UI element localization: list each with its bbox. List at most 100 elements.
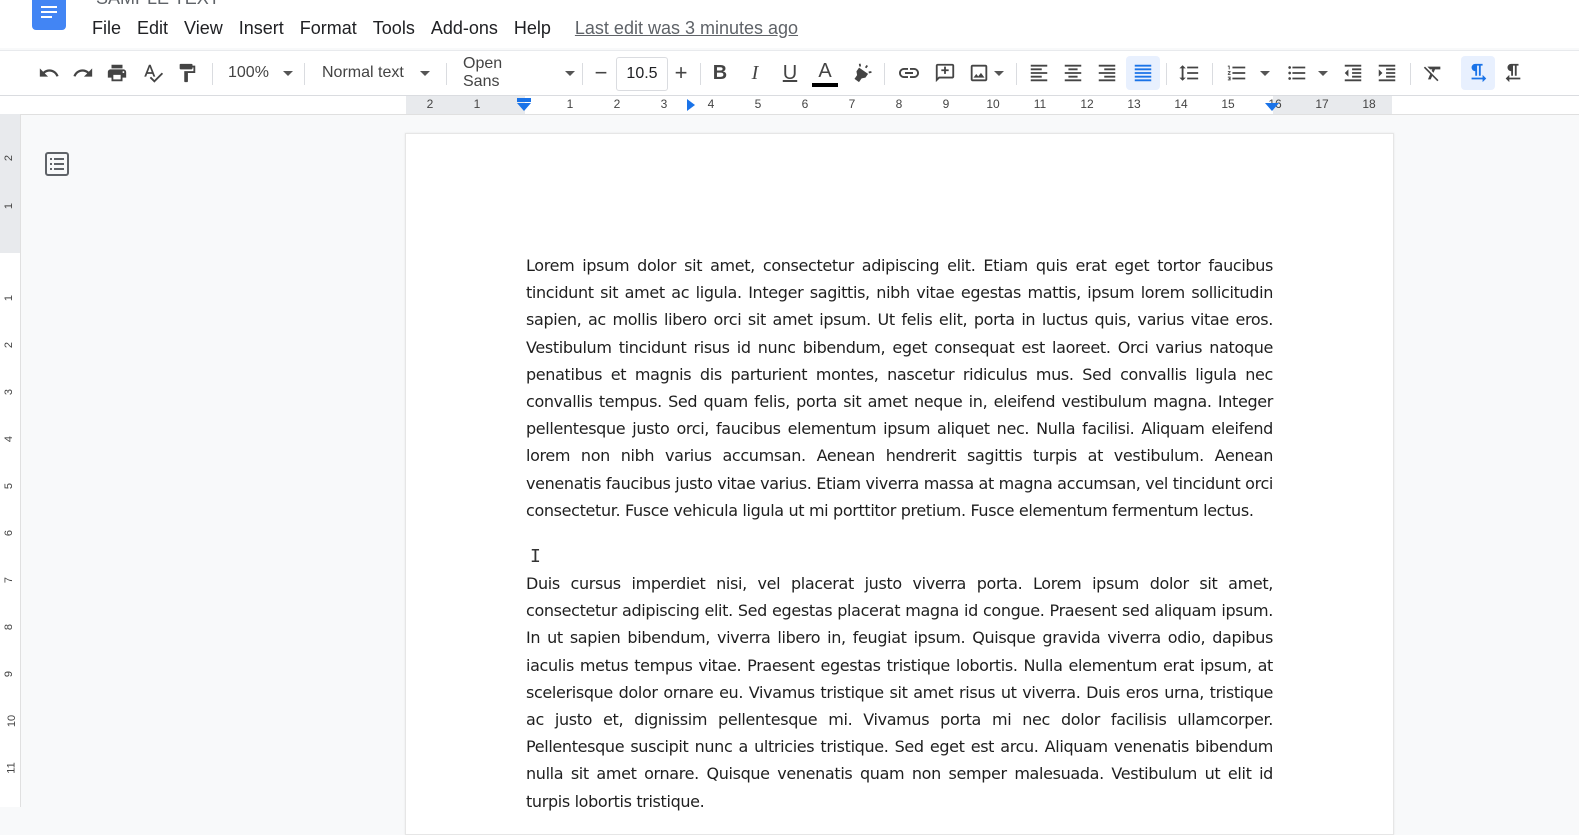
paragraph[interactable]: Lorem ipsum dolor sit amet, consectetur …	[526, 252, 1273, 524]
ruler-number: 6	[801, 97, 809, 111]
decrease-indent-icon[interactable]	[1338, 51, 1368, 95]
decrease-font-size-button[interactable]: −	[588, 51, 614, 95]
text-color-icon: A	[818, 60, 832, 82]
chevron-down-icon[interactable]	[992, 51, 1006, 95]
chevron-down-icon[interactable]	[1316, 51, 1330, 95]
increase-font-size-button[interactable]: +	[668, 51, 694, 95]
ruler-number: 12	[1080, 97, 1094, 111]
top-bar: SAMPLE TEXT File Edit View Insert Format…	[0, 0, 1579, 48]
horizontal-ruler[interactable]: 2 1 1 2 3 4 5 6 7 8 9 10 11 12 13 14 15 …	[0, 96, 1579, 115]
ruler-number: 18	[1362, 97, 1376, 111]
ruler-number: 4	[3, 435, 16, 443]
spellcheck-icon[interactable]	[138, 51, 168, 95]
ruler-left-margin	[406, 96, 525, 114]
clear-formatting-icon[interactable]	[1418, 51, 1448, 95]
ruler-number: 2	[3, 341, 16, 349]
ruler-number: 3	[660, 97, 668, 111]
bulleted-list-icon[interactable]	[1282, 51, 1312, 95]
toolbar-divider	[446, 63, 447, 85]
numbered-list-icon[interactable]	[1222, 51, 1252, 95]
italic-button[interactable]: I	[741, 51, 769, 95]
bold-button[interactable]: B	[706, 51, 734, 95]
toolbar-divider	[1410, 63, 1411, 85]
ruler-number: 8	[3, 623, 16, 631]
font-family-select[interactable]: Open Sans	[463, 55, 575, 90]
vertical-ruler[interactable]: 2 1 1 2 3 4 5 6 7 8 9 10 11	[0, 114, 21, 807]
ruler-number: 9	[942, 97, 950, 111]
ruler-number: 10	[6, 714, 19, 728]
ruler-number: 14	[1174, 97, 1188, 111]
ruler-number: 3	[3, 388, 16, 396]
ruler-number: 5	[3, 482, 16, 490]
add-comment-icon[interactable]	[930, 51, 960, 95]
text-color-button[interactable]: A	[811, 51, 839, 95]
first-line-indent-marker-icon[interactable]	[686, 98, 696, 112]
align-justify-icon[interactable]	[1126, 56, 1160, 90]
text-color-swatch	[812, 83, 838, 87]
print-icon[interactable]	[102, 51, 132, 95]
toolbar: 100% Normal text Open Sans − 10.5 + B I …	[0, 50, 1579, 96]
ruler-number: 9	[3, 670, 16, 678]
text-cursor-icon: I	[530, 546, 541, 567]
rtl-paragraph-icon[interactable]	[1498, 51, 1528, 95]
highlight-color-icon[interactable]	[848, 51, 876, 95]
document-title[interactable]: SAMPLE TEXT	[96, 0, 220, 9]
left-indent-marker-icon[interactable]	[516, 98, 532, 112]
ruler-number: 6	[3, 529, 16, 537]
ruler-number: 2	[3, 154, 16, 162]
menu-tools[interactable]: Tools	[365, 16, 423, 40]
ruler-number: 1	[3, 294, 16, 302]
ruler-number: 11	[1033, 97, 1047, 111]
line-spacing-icon[interactable]	[1174, 51, 1204, 95]
ruler-number: 1	[473, 97, 481, 111]
vertical-ruler-top-margin	[0, 114, 20, 253]
ruler-number: 4	[707, 97, 715, 111]
undo-icon[interactable]	[34, 51, 64, 95]
redo-icon[interactable]	[68, 51, 98, 95]
chevron-down-icon	[282, 70, 293, 76]
align-center-icon[interactable]	[1058, 51, 1088, 95]
chevron-down-icon[interactable]	[1258, 51, 1272, 95]
paragraph-style-value: Normal text	[322, 64, 404, 81]
toolbar-divider	[1212, 63, 1213, 85]
ruler-number: 2	[613, 97, 621, 111]
underline-button[interactable]: U	[776, 51, 804, 95]
menu-format[interactable]: Format	[292, 16, 365, 40]
right-indent-marker-icon[interactable]	[1264, 98, 1280, 112]
ruler-number: 7	[3, 576, 16, 584]
last-edit-link[interactable]: Last edit was 3 minutes ago	[575, 16, 798, 40]
document-outline-icon[interactable]	[44, 152, 70, 181]
align-right-icon[interactable]	[1092, 51, 1122, 95]
zoom-value: 100%	[228, 64, 269, 81]
menu-addons[interactable]: Add-ons	[423, 16, 506, 40]
ruler-number: 15	[1221, 97, 1235, 111]
insert-image-icon[interactable]	[964, 51, 994, 95]
menu-edit[interactable]: Edit	[129, 16, 176, 40]
ruler-number: 13	[1127, 97, 1141, 111]
paragraph[interactable]: Duis cursus imperdiet nisi, vel placerat…	[526, 570, 1273, 815]
insert-link-icon[interactable]	[894, 51, 924, 95]
paragraph-style-select[interactable]: Normal text	[322, 59, 434, 87]
ruler-number: 5	[754, 97, 762, 111]
ruler-number: 10	[986, 97, 1000, 111]
menu-file[interactable]: File	[84, 16, 129, 40]
paint-format-icon[interactable]	[172, 51, 202, 95]
zoom-select[interactable]: 100%	[228, 59, 296, 87]
chevron-down-icon	[565, 70, 575, 76]
menu-insert[interactable]: Insert	[231, 16, 292, 40]
menu-help[interactable]: Help	[506, 16, 559, 40]
document-page[interactable]: Lorem ipsum dolor sit amet, consectetur …	[405, 133, 1394, 835]
ltr-paragraph-icon[interactable]	[1461, 56, 1495, 90]
font-family-value: Open Sans	[463, 55, 503, 90]
align-left-icon[interactable]	[1024, 51, 1054, 95]
ruler-number: 1	[566, 97, 574, 111]
increase-indent-icon[interactable]	[1372, 51, 1402, 95]
toolbar-divider	[212, 63, 213, 85]
docs-logo-icon[interactable]	[32, 0, 66, 30]
toolbar-divider	[884, 63, 885, 85]
ruler-number: 2	[426, 97, 434, 111]
chevron-down-icon	[419, 70, 430, 76]
menu-view[interactable]: View	[176, 16, 231, 40]
ruler-number: 11	[5, 762, 18, 774]
font-size-input[interactable]: 10.5	[616, 57, 668, 91]
